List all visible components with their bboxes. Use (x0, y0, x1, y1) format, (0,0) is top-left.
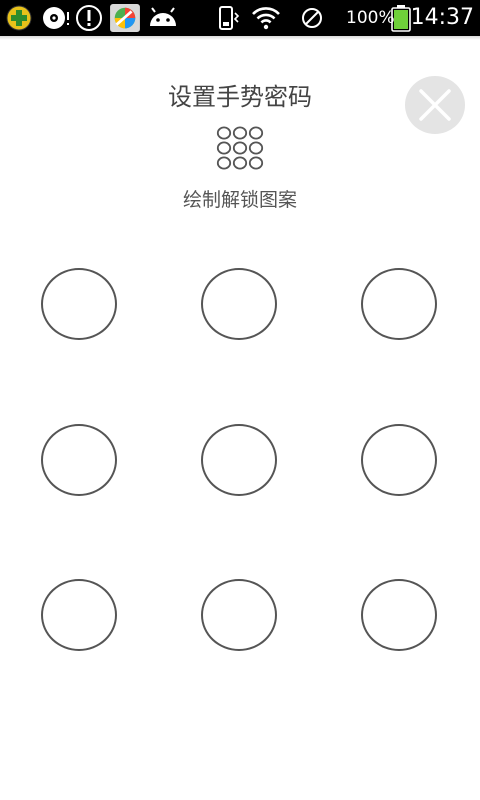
pattern-dot-9[interactable] (361, 579, 437, 651)
pattern-dot-7[interactable] (41, 579, 117, 651)
pattern-dot-3[interactable] (361, 268, 437, 340)
pattern-lock-grid (0, 0, 480, 800)
pattern-dot-5[interactable] (201, 424, 277, 496)
pattern-dot-6[interactable] (361, 424, 437, 496)
pattern-dot-1[interactable] (41, 268, 117, 340)
pattern-dot-8[interactable] (201, 579, 277, 651)
pattern-dot-4[interactable] (41, 424, 117, 496)
gesture-password-screen: 100% 14:37 设置手势密码 绘制解锁图案 (0, 0, 480, 800)
pattern-dot-2[interactable] (201, 268, 277, 340)
